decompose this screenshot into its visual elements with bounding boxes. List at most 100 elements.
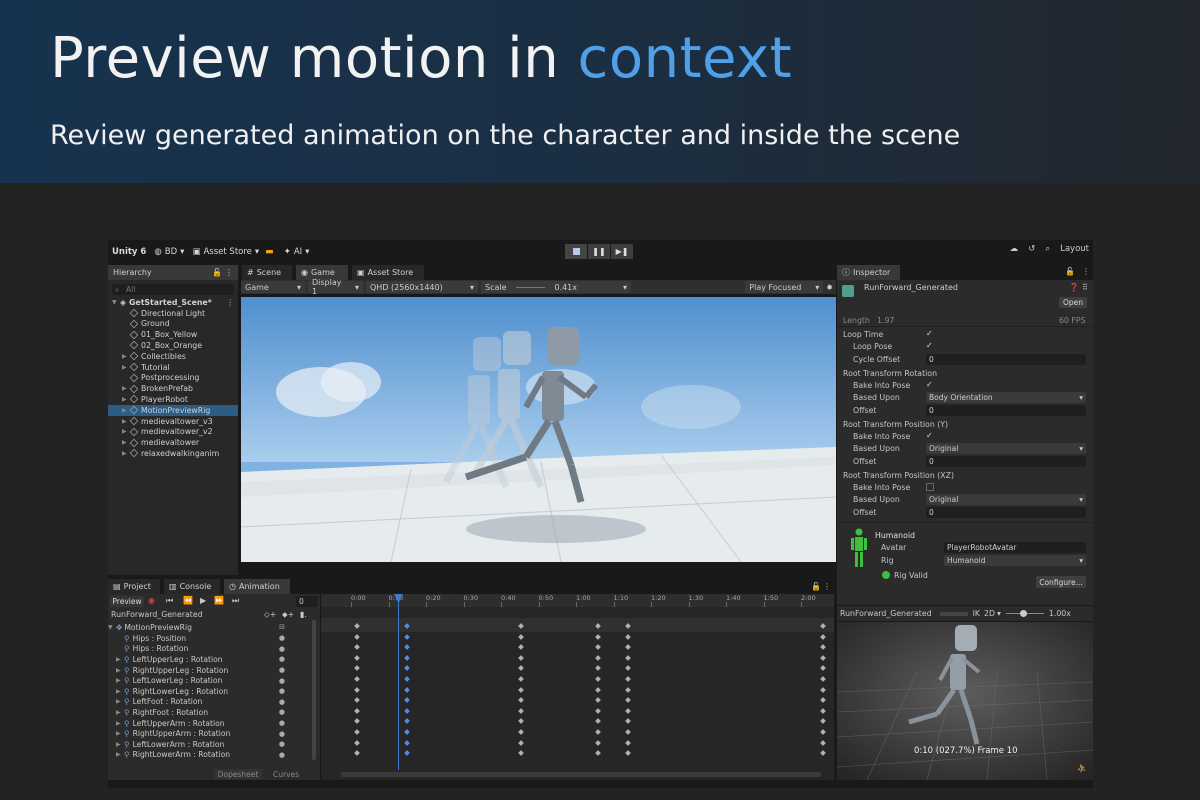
keyframe[interactable] [625,729,631,735]
display-dropdown[interactable]: Display 1 ▾ [308,278,363,296]
keyframe[interactable] [404,654,410,661]
preview-viewport[interactable]: 0:10 (027.7%) Frame 10 ⛹ [837,622,1093,780]
animation-track[interactable]: ⚲ Hips : Rotation ● [108,644,313,655]
dopesheet-tab[interactable]: Dopesheet [214,769,262,779]
rty-based-dropdown[interactable]: Original ▾ [926,443,1086,454]
play-focused-dropdown[interactable]: Play Focused ▾ [745,281,824,293]
keyframe[interactable] [595,697,601,704]
keyframe[interactable] [354,697,360,704]
keyframe[interactable] [820,654,826,661]
keyframe[interactable] [404,665,410,672]
animation-track[interactable]: ▶ ⚲ RightUpperLeg : Rotation ● [108,665,313,676]
key-dot-icon[interactable]: ● [279,645,285,653]
keyframe[interactable] [820,686,826,693]
game-mode-dropdown[interactable]: Game ▾ [241,281,305,293]
keyframe[interactable] [404,676,410,682]
ik-toggle[interactable]: IK [973,609,980,618]
keyframe[interactable] [518,644,524,651]
tab-project[interactable]: ▤ Project [108,579,160,594]
filter-icon[interactable]: ▮. [300,610,307,619]
package-icon[interactable]: ▬ [265,247,274,257]
open-button[interactable]: Open [1059,297,1087,308]
hierarchy-item[interactable]: ▶ medievaltower_v2 [108,427,238,438]
keyframe[interactable] [625,750,631,757]
keyframe[interactable] [518,633,524,640]
keyframe[interactable] [625,739,631,746]
keyframe[interactable] [625,654,631,661]
keyframe[interactable] [354,750,360,757]
keyframe[interactable] [404,739,410,746]
keyframe[interactable] [518,750,524,757]
keyframe[interactable] [354,633,360,640]
loop-time-checkbox[interactable]: ✓ [926,330,934,338]
chevron-right-icon[interactable]: ▶ [116,698,124,705]
hierarchy-item[interactable]: 02_Box_Orange [108,340,238,351]
layout-dropdown[interactable]: Layout [1060,244,1089,254]
animation-track[interactable]: ▶ ⚲ RightLowerArm : Rotation ● [108,750,313,761]
keyframe[interactable] [820,707,826,714]
key-dot-icon[interactable]: ● [279,751,285,759]
pause-button[interactable]: ❚❚ [588,244,610,259]
chevron-right-icon[interactable]: ▶ [122,450,130,457]
preview-mode-dropdown[interactable]: 2D ▾ [984,609,1001,618]
keyframe[interactable] [518,707,524,714]
keyframe[interactable] [820,676,826,682]
avatar-field[interactable]: PlayerRobotAvatar [944,542,1086,553]
play-icon[interactable]: ▶ [200,596,206,605]
keyframe[interactable] [625,697,631,704]
curves-tab[interactable]: Curves [266,769,306,779]
chevron-right-icon[interactable]: ▶ [122,407,130,414]
key-dot-icon[interactable]: ● [279,719,285,727]
cycle-offset-field[interactable]: 0 [926,354,1086,365]
history-icon[interactable]: ↺ [1028,244,1035,254]
keyframe[interactable] [354,718,360,725]
animation-track[interactable]: ▶ ⚲ RightLowerLeg : Rotation ● [108,686,313,697]
record-icon[interactable]: ◉ [148,596,155,605]
menu-icon[interactable]: ⋮ [1082,267,1090,276]
hierarchy-item[interactable]: Directional Light [108,308,238,319]
lock-icon[interactable]: 🔓 [212,268,222,277]
rtr-based-dropdown[interactable]: Body Orientation ▾ [926,392,1086,403]
keyframe[interactable] [625,686,631,693]
gear-icon[interactable]: ✹ [826,283,833,292]
key-dot-icon[interactable]: ● [279,740,285,748]
playhead[interactable] [398,594,399,770]
tab-animation[interactable]: ◷ Animation [224,579,290,594]
keyframe[interactable] [625,644,631,651]
account-dropdown[interactable]: ◍ BD ▾ [154,247,184,257]
hierarchy-item[interactable]: ▶ medievaltower_v3 [108,416,238,427]
hierarchy-item[interactable]: ▶ PlayerRobot [108,394,238,405]
keyframe[interactable] [625,676,631,682]
keyframe[interactable] [595,729,601,735]
loop-pose-checkbox[interactable]: ✓ [926,342,934,350]
animation-track[interactable]: ▶ ⚲ RightFoot : Rotation ● [108,707,313,718]
hierarchy-item[interactable]: ▶ Collectibles [108,351,238,362]
keyframe[interactable] [820,697,826,704]
animation-track[interactable]: ⚲ Hips : Position ● [108,633,313,644]
dopesheet[interactable]: 0:00 0:10 0:20 0:30 0:40 0:50 1:00 1:10 1:20 1:30… [321,594,834,780]
hierarchy-item[interactable]: 01_Box_Yellow [108,329,238,340]
first-key-icon[interactable]: ⏮ [166,596,173,606]
keyframe[interactable] [595,686,601,693]
prev-key-icon[interactable]: ⏪ [183,596,193,605]
rty-bake-checkbox[interactable]: ✓ [926,432,934,440]
keyframe[interactable] [354,707,360,714]
add-event-icon[interactable]: ⬥+ [282,610,294,620]
remove-icon[interactable]: ⊟ [279,623,285,631]
menu-icon[interactable]: ⋮ [225,268,233,277]
cloud-icon[interactable]: ☁ [1010,244,1019,254]
keyframe[interactable] [518,665,524,672]
chevron-right-icon[interactable]: ▶ [116,688,124,695]
settings-icon[interactable]: ⠿ [1082,283,1088,292]
frame-field[interactable]: 0 [296,596,318,607]
tab-scene[interactable]: # Scene [242,265,292,280]
keyframe[interactable] [595,739,601,746]
keyframe[interactable] [404,697,410,704]
hierarchy-scene-root[interactable]: ▼ ◈ GetStarted_Scene* ⋮ [108,297,238,308]
keyframe[interactable] [625,665,631,672]
key-dot-icon[interactable]: ● [279,634,285,642]
keyframe[interactable] [625,718,631,725]
key-dot-icon[interactable]: ● [279,666,285,674]
hierarchy-search-input[interactable]: ⌕ All [112,284,234,295]
hierarchy-item[interactable]: ▶ Tutorial [108,362,238,373]
